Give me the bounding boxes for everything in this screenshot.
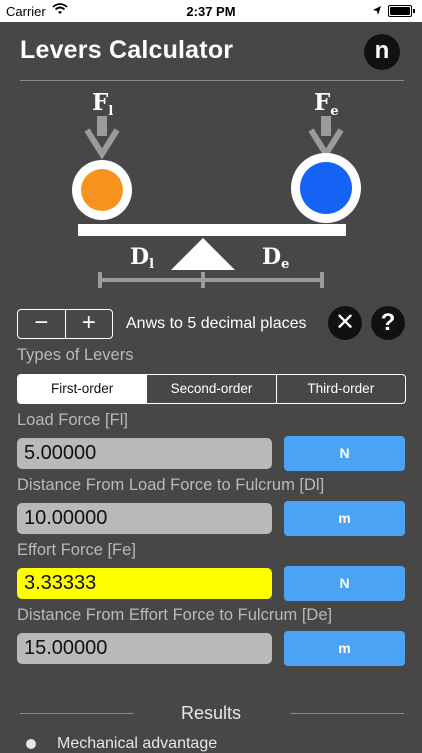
decrease-decimals-button[interactable]: − [18,310,65,338]
page-title: Levers Calculator [20,36,234,64]
load-arrow-icon [84,116,120,160]
effort-distance-input[interactable]: 15.00000 [17,633,272,664]
load-force-input[interactable]: 5.00000 [17,438,272,469]
load-distance-input[interactable]: 10.00000 [17,503,272,534]
effort-distance-label: De [262,244,289,272]
effort-force-label: Fe [314,89,339,119]
results-divider-right [290,713,404,714]
help-icon[interactable]: ? [371,306,405,340]
app-logo-icon[interactable]: n [364,34,400,70]
lever-beam [78,224,346,236]
effort-distance-field-label: Distance From Effort Force to Fulcrum [D… [17,606,333,624]
status-bar: Carrier 2:37 PM [0,0,422,22]
load-distance-subscript: l [149,257,154,272]
tab-first-order[interactable]: First-order [18,375,147,403]
clock-time: 2:37 PM [186,4,236,19]
lever-type-selector[interactable]: First-order Second-order Third-order [17,374,406,404]
distance-scale [98,272,324,288]
effort-force-input[interactable]: 3.33333 [17,568,272,599]
load-distance-unit-button[interactable]: m [284,501,405,536]
effort-weight-core [300,162,352,214]
effort-force-unit-button[interactable]: N [284,566,405,601]
lever-diagram: Fl Fe Dl De [72,89,361,288]
effort-force-field-label: Effort Force [Fe] [17,541,136,559]
load-weight-core [81,169,123,211]
load-force-label: Fl [92,89,113,119]
result-mechanical-advantage-label: Mechanical advantage [57,735,218,752]
fulcrum-icon [171,238,235,270]
effort-force-subscript: e [330,104,338,119]
load-force-letter: F [92,89,109,116]
battery-icon [388,5,415,17]
increase-decimals-button[interactable]: + [64,310,113,338]
load-distance-label: Dl [130,244,154,272]
load-distance-field-label: Distance From Load Force to Fulcrum [Dl] [17,476,325,494]
location-icon [372,4,382,19]
effort-force-letter: F [314,89,331,116]
effort-distance-subscript: e [281,257,289,272]
effort-arrow-icon [308,116,344,160]
load-distance-letter: D [130,244,149,270]
lever-types-label: Types of Levers [17,346,134,364]
clear-icon[interactable]: ✕ [328,306,362,340]
load-force-unit-button[interactable]: N [284,436,405,471]
decimal-places-label: Anws to 5 decimal places [126,315,307,332]
bullet-icon [26,739,36,749]
load-force-field-label: Load Force [Fl] [17,411,128,429]
load-force-subscript: l [108,104,113,119]
tab-third-order[interactable]: Third-order [275,375,405,403]
decimal-places-stepper[interactable]: − + [17,309,113,339]
effort-distance-letter: D [262,244,281,270]
tab-second-order[interactable]: Second-order [146,375,275,403]
effort-distance-unit-button[interactable]: m [284,631,405,666]
title-divider [20,80,404,81]
